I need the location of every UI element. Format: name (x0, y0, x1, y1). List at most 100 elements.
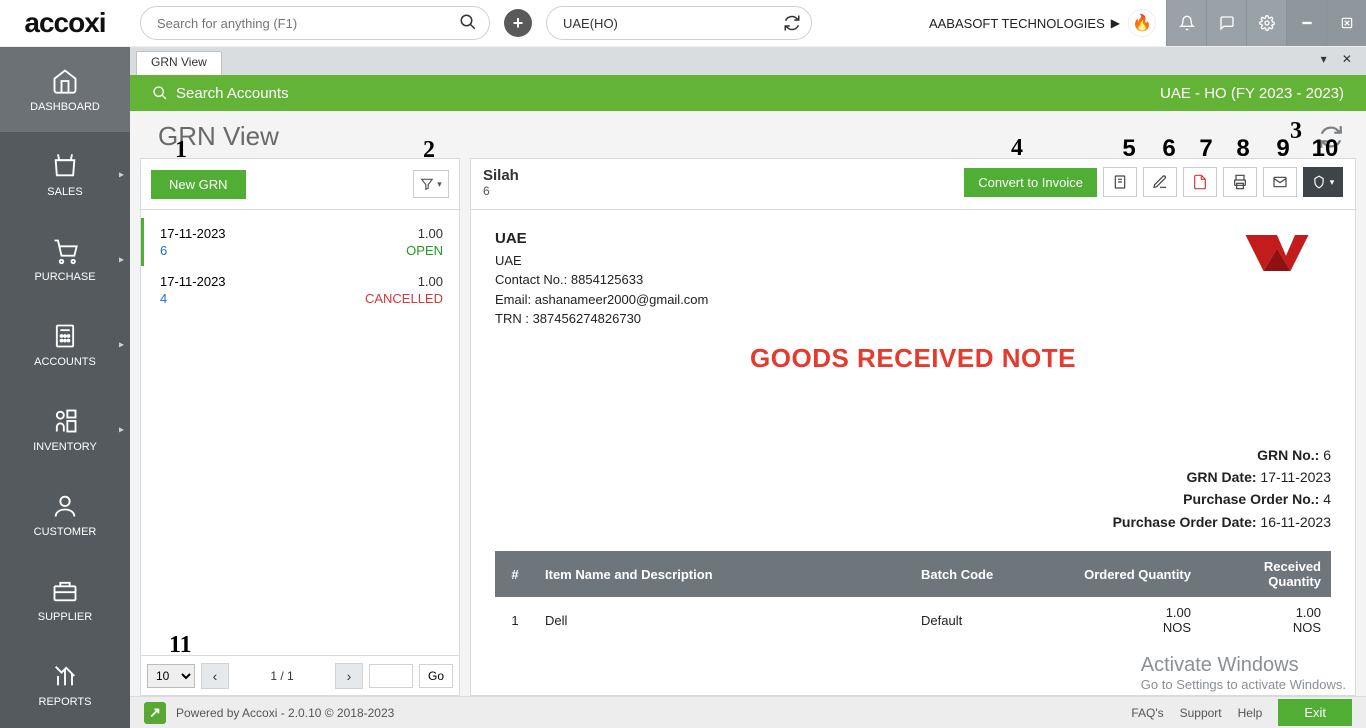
inventory-icon (51, 407, 79, 435)
filter-button[interactable]: ▾ (413, 170, 449, 198)
quick-add-button[interactable]: + (504, 9, 532, 37)
org-logo (1241, 228, 1331, 278)
grn-number-short: 6 (483, 184, 519, 198)
list-item[interactable]: 17-11-2023 1.00 4 CANCELLED (141, 266, 459, 314)
close-button[interactable] (1326, 0, 1366, 46)
chevron-right-icon: ▸ (119, 339, 124, 350)
sidebar-item-customer[interactable]: CUSTOMER (0, 472, 130, 557)
sidebar-item-label: CUSTOMER (34, 526, 97, 538)
customer-name: Silah (483, 167, 519, 184)
sidebar: DASHBOARD SALES ▸ PURCHASE ▸ ACCOUNTS ▸ … (0, 47, 130, 728)
search-input[interactable] (157, 16, 449, 31)
sidebar-item-accounts[interactable]: ACCOUNTS ▸ (0, 302, 130, 387)
fire-icon: 🔥 (1132, 13, 1152, 33)
exit-button[interactable]: Exit (1278, 699, 1352, 726)
new-grn-button[interactable]: New GRN (151, 170, 246, 199)
list-item[interactable]: 17-11-2023 1.00 6 OPEN (141, 218, 459, 266)
sidebar-item-label: SALES (47, 186, 82, 198)
fiscal-year-label: UAE - HO (FY 2023 - 2023) (1160, 85, 1344, 102)
pdf-button[interactable] (1183, 167, 1217, 197)
annotation-2: 2 (423, 137, 435, 164)
next-page-button[interactable]: › (335, 663, 363, 689)
bag-icon (51, 152, 79, 180)
sidebar-item-label: DASHBOARD (30, 101, 100, 113)
page-size-select[interactable]: 10 (147, 664, 195, 688)
attach-button[interactable] (1103, 167, 1137, 197)
window-controls (1166, 0, 1366, 46)
table-row: 1 Dell Default 1.00NOS 1.00NOS (495, 597, 1331, 643)
tab-grn-view[interactable]: GRN View (136, 51, 222, 75)
branch-selector[interactable]: UAE(HO) (546, 6, 812, 40)
sidebar-item-purchase[interactable]: PURCHASE ▸ (0, 217, 130, 302)
print-button[interactable] (1223, 167, 1257, 197)
sidebar-item-label: ACCOUNTS (34, 356, 96, 368)
annotation-7: 7 (1189, 135, 1223, 163)
chevron-right-icon: ▸ (119, 254, 124, 265)
list-pager: 10 ‹ 1 / 1 › Go (140, 656, 460, 696)
org-location: UAE (495, 251, 708, 271)
sidebar-item-inventory[interactable]: INVENTORY ▸ (0, 387, 130, 472)
sidebar-item-sales[interactable]: SALES ▸ (0, 132, 130, 217)
annotation-9: 9 (1263, 135, 1303, 163)
company-name[interactable]: AABASOFT TECHNOLOGIES (929, 16, 1105, 31)
org-name: UAE (495, 228, 708, 251)
grn-detail-panel: Silah 6 4 5 6 7 8 9 10 Convert to Invoic… (470, 158, 1356, 696)
help-link[interactable]: Help (1238, 706, 1263, 720)
sidebar-item-label: REPORTS (39, 696, 92, 708)
notification-badge[interactable]: 🔥 (1128, 9, 1156, 37)
calculator-icon (51, 322, 79, 350)
annotation-10: 10 (1303, 135, 1347, 163)
home-icon (51, 67, 79, 95)
annotation-4: 4 (1011, 135, 1023, 162)
edit-button[interactable] (1143, 167, 1177, 197)
footer-bar: ↗ Powered by Accoxi - 2.0.10 © 2018-2023… (130, 696, 1366, 728)
go-button[interactable]: Go (419, 664, 453, 688)
annotation-8: 8 (1223, 135, 1263, 163)
sidebar-item-dashboard[interactable]: DASHBOARD (0, 47, 130, 132)
prev-page-button[interactable]: ‹ (201, 663, 229, 689)
annotation-11: 11 (169, 632, 192, 656)
sidebar-item-label: INVENTORY (33, 441, 97, 453)
annotation-1: 1 (175, 137, 187, 164)
faqs-link[interactable]: FAQ's (1131, 706, 1163, 720)
briefcase-icon (51, 577, 79, 605)
main-area: GRN View ▾ ✕ Search Accounts UAE - HO (F… (130, 47, 1366, 728)
sidebar-item-label: SUPPLIER (38, 611, 92, 623)
sync-icon[interactable] (783, 14, 801, 32)
app-logo: accoxi (0, 0, 130, 46)
tab-strip: GRN View ▾ ✕ (130, 47, 1366, 75)
chart-icon (51, 662, 79, 690)
minimize-button[interactable] (1286, 0, 1326, 46)
grn-meta: GRN No.: 6 GRN Date: 17-11-2023 Purchase… (495, 444, 1331, 534)
sidebar-item-label: PURCHASE (34, 271, 95, 283)
search-accounts-link[interactable]: Search Accounts (152, 85, 289, 102)
bell-icon[interactable] (1166, 0, 1206, 46)
context-bar: Search Accounts UAE - HO (FY 2023 - 2023… (130, 75, 1366, 111)
more-actions-button[interactable]: ▾ (1303, 167, 1343, 197)
user-icon (51, 492, 79, 520)
grn-list-panel: 1 2 New GRN ▾ 17-11-2023 1.00 6 OPEN (140, 158, 460, 696)
email-button[interactable] (1263, 167, 1297, 197)
chevron-right-icon: ▸ (119, 424, 124, 435)
footer-logo-icon: ↗ (144, 702, 166, 724)
sidebar-item-supplier[interactable]: SUPPLIER (0, 557, 130, 642)
document-preview: UAE UAE Contact No.: 8854125633 Email: a… (470, 210, 1356, 696)
annotation-6: 6 (1149, 135, 1189, 163)
support-link[interactable]: Support (1180, 706, 1222, 720)
global-search[interactable] (140, 6, 490, 40)
chevron-right-icon: ▸ (119, 169, 124, 180)
search-icon[interactable] (459, 13, 477, 31)
chevron-down-icon: ▾ (437, 179, 442, 190)
page-info: 1 / 1 (235, 669, 329, 683)
sidebar-item-reports[interactable]: REPORTS (0, 642, 130, 727)
tab-controls[interactable]: ▾ ✕ (1321, 52, 1358, 66)
chat-icon[interactable] (1206, 0, 1246, 46)
page-input[interactable] (369, 664, 413, 688)
settings-icon[interactable] (1246, 0, 1286, 46)
items-table: # Item Name and Description Batch Code O… (495, 551, 1331, 643)
cart-icon (51, 237, 79, 265)
convert-to-invoice-button[interactable]: Convert to Invoice (964, 168, 1097, 197)
annotation-5: 5 (1109, 135, 1149, 163)
branch-label: UAE(HO) (563, 16, 618, 31)
top-bar: accoxi + UAE(HO) AABASOFT TECHNOLOGIES ▶… (0, 0, 1366, 47)
